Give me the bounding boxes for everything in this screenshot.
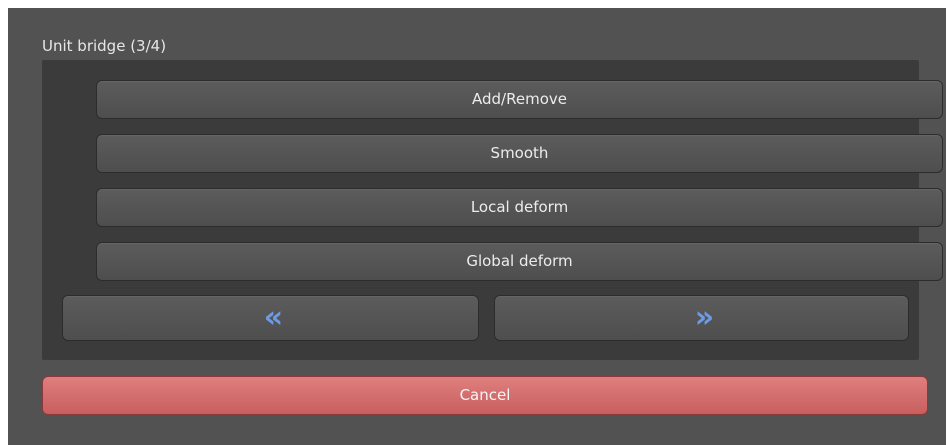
- unit-bridge-group: Add/Remove Smooth Local deform Global de…: [42, 60, 943, 360]
- local-deform-button[interactable]: Local deform: [96, 188, 943, 227]
- group-title: Unit bridge (3/4): [42, 37, 167, 55]
- cancel-button[interactable]: Cancel: [42, 376, 928, 415]
- double-chevron-right-icon: »: [694, 300, 715, 335]
- double-chevron-left-icon: «: [263, 300, 284, 335]
- add-remove-button[interactable]: Add/Remove: [96, 80, 943, 119]
- global-deform-button[interactable]: Global deform: [96, 242, 943, 281]
- dialog-panel: Unit bridge (3/4) Add/Remove Smooth Loca…: [8, 8, 946, 445]
- next-button[interactable]: »: [494, 295, 909, 341]
- previous-button[interactable]: «: [62, 295, 479, 341]
- smooth-button[interactable]: Smooth: [96, 134, 943, 173]
